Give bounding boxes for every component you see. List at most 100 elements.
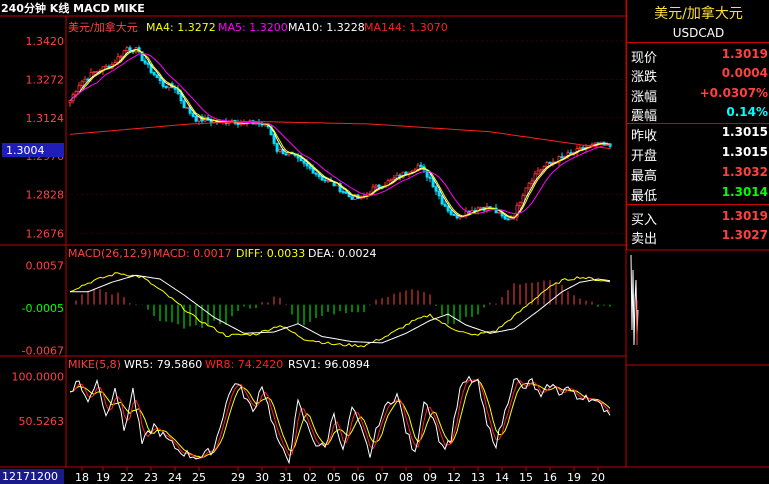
x-tick-label: 12 [447,471,461,484]
candle [77,84,81,93]
candle [560,156,564,159]
candle [449,210,453,215]
quote-row-value: 1.3019 [721,47,768,61]
candle [323,179,327,182]
quote-row: 现价 1.3019 [627,46,769,66]
candle [389,178,393,182]
candle [104,65,108,68]
ma5-value: MA5: 1.3200 [218,21,288,34]
candle [299,157,303,162]
quote-panel: 美元/加拿大元 USDCAD 现价 1.3019 涨跌 0.0004 涨幅 +0.0307… [626,0,769,250]
x-tick-label: 08 [399,471,413,484]
quote-row-value: 0.0004 [721,66,768,80]
quote-row-value: 1.3015 [721,125,768,139]
x-tick-label: 22 [120,471,134,484]
candle [344,191,348,194]
candle [95,71,99,73]
x-tick-label: 09 [423,471,437,484]
quote-row-value: 1.3015 [721,145,768,159]
candle [530,180,534,184]
quote-row: 最高 1.3032 [627,164,769,184]
candle [590,143,594,146]
candle [578,147,582,150]
x-tick-label: 24 [168,471,182,484]
price-tick-label: 1.3124 [26,112,65,125]
quote-row-label: 开盘 [631,149,658,164]
quote-row-label: 现价 [631,51,658,66]
candle [524,187,528,197]
x-tick-label: 02 [303,471,317,484]
x-tick-label: 14 [495,471,509,484]
candle [455,215,459,219]
svg-text:MACD(26,12,9) MACD: 0.0017: MACD(26,12,9) MACD: 0.0017 DIFF: 0.0033 … [68,247,376,260]
candle [479,206,483,209]
x-tick-label: 07 [375,471,389,484]
candle [119,55,123,58]
candle [404,171,408,175]
x-tick-label: 18 [75,471,89,484]
candle [314,172,318,175]
candle [155,74,159,79]
candle [419,164,423,168]
candle [194,116,198,122]
candle [446,205,450,212]
candle [539,168,543,172]
quote-row-label: 最高 [631,169,658,184]
candle [536,170,540,175]
quote-row: 涨跌 0.0004 [627,65,769,85]
x-tick-label: 19 [96,471,110,484]
price-tick-label: 1.3420 [26,35,65,48]
price-tick-label: 1.2676 [26,228,65,241]
rsv1-value: RSV1: 96.0894 [288,358,370,371]
candle [440,195,444,205]
candle [548,162,552,164]
macd-tick-label: -0.0067 [22,345,64,358]
candle [392,177,396,180]
quote-row: 昨收 1.3015 [627,124,769,144]
ma4-value: MA4: 1.3272 [146,21,216,34]
x-tick-label: 30 [255,471,269,484]
quote-row-value: 1.3032 [721,165,768,179]
candle [518,202,522,206]
candle [164,86,168,89]
svg-text:MIKE(5,8) WR5: 79.5860: MIKE(5,8) WR5: 79.5860 WR8: 74.2420 RSV1… [68,358,370,371]
price-tick-label: 1.3272 [26,73,65,86]
quote-symbol: USDCAD [672,26,725,40]
quote-row-label: 震幅 [631,109,658,124]
ma10-value: MA10: 1.3228 [288,21,365,34]
candle [125,47,129,52]
x-tick-label: 05 [327,471,341,484]
quote-row-label: 最低 [631,189,658,204]
candle [143,60,147,64]
candle [326,179,330,182]
wr5-value: WR5: 79.5860 [124,358,202,371]
candle [377,184,381,188]
macd-value: MACD: 0.0017 [153,247,232,260]
macd-indicator-name: MACD(26,12,9) [68,247,152,260]
quote-row: 最低 1.3014 [627,184,769,204]
quote-row-value: 1.3014 [721,185,768,199]
wr8-value: WR8: 74.2420 [205,358,283,371]
candle [452,214,456,216]
candle [302,160,306,164]
candle [272,134,276,144]
candle [182,100,186,109]
candle [191,112,195,117]
quote-row: 震幅 0.14% [627,104,769,124]
candle [521,195,525,204]
candle [152,72,156,76]
current-price-label: 1.3004 [6,144,45,157]
candle [350,196,354,200]
main-indicator-name: 美元/加拿大元 [68,20,138,34]
chart-title: 240分钟 K线 MACD MIKE [1,1,145,15]
x-tick-label: 23 [144,471,158,484]
quote-row-value: 1.3019 [721,209,768,223]
candle [395,174,399,179]
quote-row-value: 1.3027 [721,228,768,242]
candle [284,153,288,156]
candle [527,182,531,189]
candle [80,81,84,86]
candle [506,218,510,221]
quote-row: 卖出 1.3027 [627,227,769,247]
quote-row-label: 昨收 [631,129,658,144]
